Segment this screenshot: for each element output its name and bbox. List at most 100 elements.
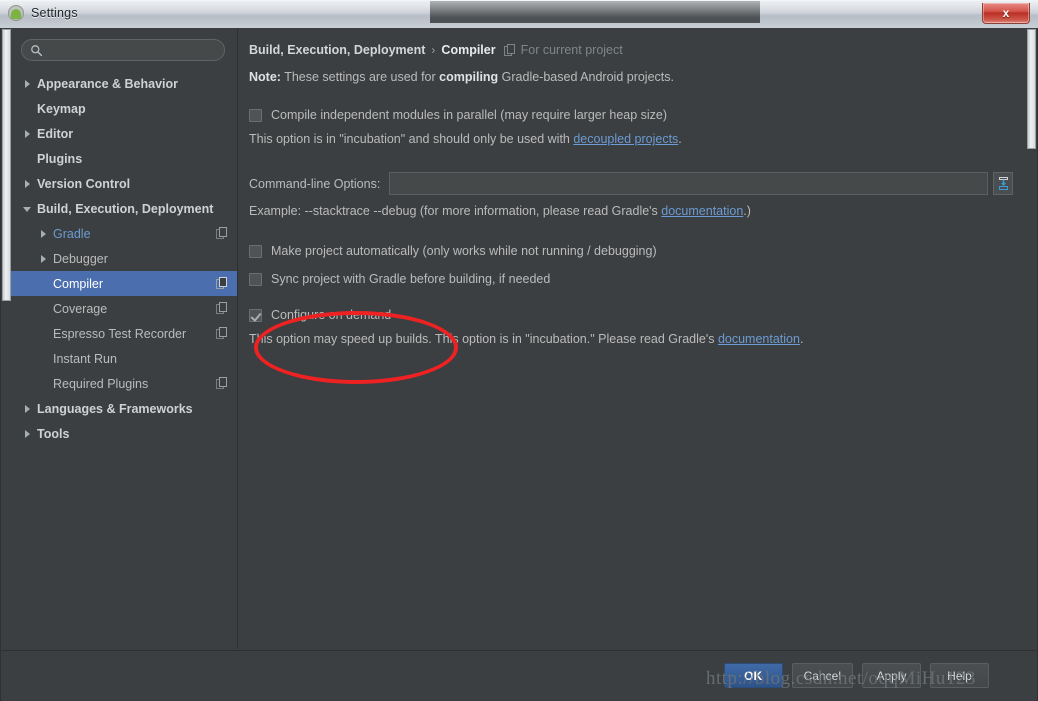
sidebar-item-required-plugins[interactable]: Required Plugins	[11, 371, 237, 396]
project-scope-icon	[216, 327, 227, 339]
left-scrollbar-thumb[interactable]	[2, 29, 11, 301]
sync-gradle-label: Sync project with Gradle before building…	[271, 272, 551, 286]
command-line-label: Command-line Options:	[249, 176, 381, 191]
sidebar-item-label: Debugger	[53, 251, 108, 266]
sidebar-item-label: Appearance & Behavior	[37, 76, 179, 91]
make-automatically-checkbox[interactable]	[249, 245, 262, 258]
chevron-right-icon[interactable]	[21, 77, 35, 91]
breadcrumb-parent[interactable]: Build, Execution, Deployment	[249, 43, 425, 57]
search-wrapper	[11, 29, 237, 65]
chevron-right-icon[interactable]	[21, 177, 35, 191]
breadcrumb-separator: ›	[431, 43, 436, 57]
note-text-after: Gradle-based Android projects.	[498, 70, 674, 84]
sidebar-item-label: Languages & Frameworks	[37, 401, 193, 416]
note-emphasis: compiling	[439, 70, 499, 84]
parallel-hint-before: This option is in "incubation" and shoul…	[249, 132, 574, 146]
chevron-right-icon[interactable]	[37, 252, 51, 266]
sidebar-item-label: Editor	[37, 126, 74, 141]
sidebar-item-label: Gradle	[53, 226, 91, 241]
android-studio-icon	[8, 5, 24, 21]
chevron-right-icon[interactable]	[37, 227, 51, 241]
sync-gradle-row[interactable]: Sync project with Gradle before building…	[249, 272, 1013, 287]
note-line: Note: These settings are used for compil…	[249, 70, 1013, 84]
sidebar-item-editor[interactable]: Editor	[11, 121, 237, 146]
dialog-body: Appearance & Behavior Keymap Editor Plugins…	[0, 28, 1038, 701]
sidebar-item-tools[interactable]: Tools	[11, 421, 237, 446]
note-text-before: These settings are used for	[280, 70, 440, 84]
project-scope-icon	[216, 227, 227, 239]
watermark: http://blog.csdn.net/oqqMiHu123	[706, 668, 976, 689]
configure-on-demand-checkbox[interactable]	[249, 309, 262, 322]
sidebar-item-label: Compiler	[53, 276, 104, 291]
sidebar-item-appearance-behavior[interactable]: Appearance & Behavior	[11, 71, 237, 96]
decoupled-projects-link[interactable]: decoupled projects	[573, 132, 678, 146]
project-scope-icon	[216, 277, 227, 289]
chevron-down-icon[interactable]	[21, 202, 35, 216]
parallel-hint-after: .	[678, 132, 682, 146]
title-bar-gloss	[0, 1, 1038, 29]
left-scrollbar[interactable]	[2, 29, 11, 649]
close-icon: x	[1002, 6, 1010, 20]
title-bar: Settings x	[0, 0, 1038, 29]
search-box[interactable]	[21, 39, 225, 62]
parallel-compile-row[interactable]: Compile independent modules in parallel …	[249, 108, 1013, 123]
configure-on-demand-row[interactable]: Configure on demand	[249, 308, 1013, 323]
sidebar-item-version-control[interactable]: Version Control	[11, 171, 237, 196]
gradle-documentation-link-2[interactable]: documentation	[718, 332, 800, 346]
parallel-compile-checkbox[interactable]	[249, 109, 262, 122]
search-icon	[31, 45, 43, 57]
sidebar-item-label: Version Control	[37, 176, 131, 191]
sidebar-item-languages-frameworks[interactable]: Languages & Frameworks	[11, 396, 237, 421]
breadcrumb: Build, Execution, Deployment › Compiler …	[249, 41, 1013, 59]
breadcrumb-current: Compiler	[441, 43, 496, 57]
settings-tree: Appearance & Behavior Keymap Editor Plugins…	[11, 65, 237, 446]
sidebar-item-build-execution-deployment[interactable]: Build, Execution, Deployment	[11, 196, 237, 221]
sidebar-item-keymap[interactable]: Keymap	[11, 96, 237, 121]
sidebar-item-plugins[interactable]: Plugins	[11, 146, 237, 171]
search-input[interactable]	[47, 40, 216, 62]
settings-sidebar: Appearance & Behavior Keymap Editor Plugins…	[11, 29, 238, 649]
compiler-settings-panel: Build, Execution, Deployment › Compiler …	[238, 29, 1027, 649]
sidebar-item-coverage[interactable]: Coverage	[11, 296, 237, 321]
make-automatically-row[interactable]: Make project automatically (only works w…	[249, 244, 1013, 259]
gradle-documentation-link-1[interactable]: documentation	[661, 204, 743, 218]
window-title: Settings	[31, 6, 78, 20]
command-line-input[interactable]	[389, 172, 988, 195]
command-line-row: Command-line Options:	[249, 172, 1013, 195]
sidebar-item-label: Tools	[37, 426, 70, 441]
project-scope-icon	[503, 44, 515, 56]
sidebar-item-debugger[interactable]: Debugger	[11, 246, 237, 271]
cod-hint-after: .	[799, 332, 804, 346]
parallel-compile-label: Compile independent modules in parallel …	[271, 108, 668, 122]
parallel-compile-hint: This option is in "incubation" and shoul…	[249, 132, 1013, 146]
close-button[interactable]: x	[982, 3, 1030, 24]
sidebar-item-gradle[interactable]: Gradle	[11, 221, 237, 246]
note-prefix: Note:	[249, 70, 281, 84]
sync-gradle-checkbox[interactable]	[249, 273, 262, 286]
sidebar-item-label: Build, Execution, Deployment	[37, 201, 214, 216]
insert-expand-icon	[998, 177, 1008, 190]
sidebar-item-label: Instant Run	[53, 351, 117, 366]
settings-dialog: Settings x Appearance & Behavior Keymap …	[0, 0, 1038, 701]
sidebar-item-instant-run[interactable]: Instant Run	[11, 346, 237, 371]
chevron-right-icon[interactable]	[21, 427, 35, 441]
right-scrollbar-thumb[interactable]	[1027, 29, 1036, 149]
sidebar-item-label: Keymap	[37, 101, 86, 116]
sidebar-item-espresso-test-recorder[interactable]: Espresso Test Recorder	[11, 321, 237, 346]
project-scope-icon	[216, 377, 227, 389]
sidebar-item-label: Espresso Test Recorder	[53, 326, 187, 341]
project-scope-icon	[216, 302, 227, 314]
chevron-right-icon[interactable]	[21, 127, 35, 141]
command-line-expand-button[interactable]	[993, 172, 1013, 195]
example-after: .)	[743, 204, 751, 218]
sidebar-item-compiler[interactable]: Compiler	[11, 271, 237, 296]
right-scrollbar[interactable]	[1027, 29, 1036, 649]
chevron-right-icon[interactable]	[21, 402, 35, 416]
